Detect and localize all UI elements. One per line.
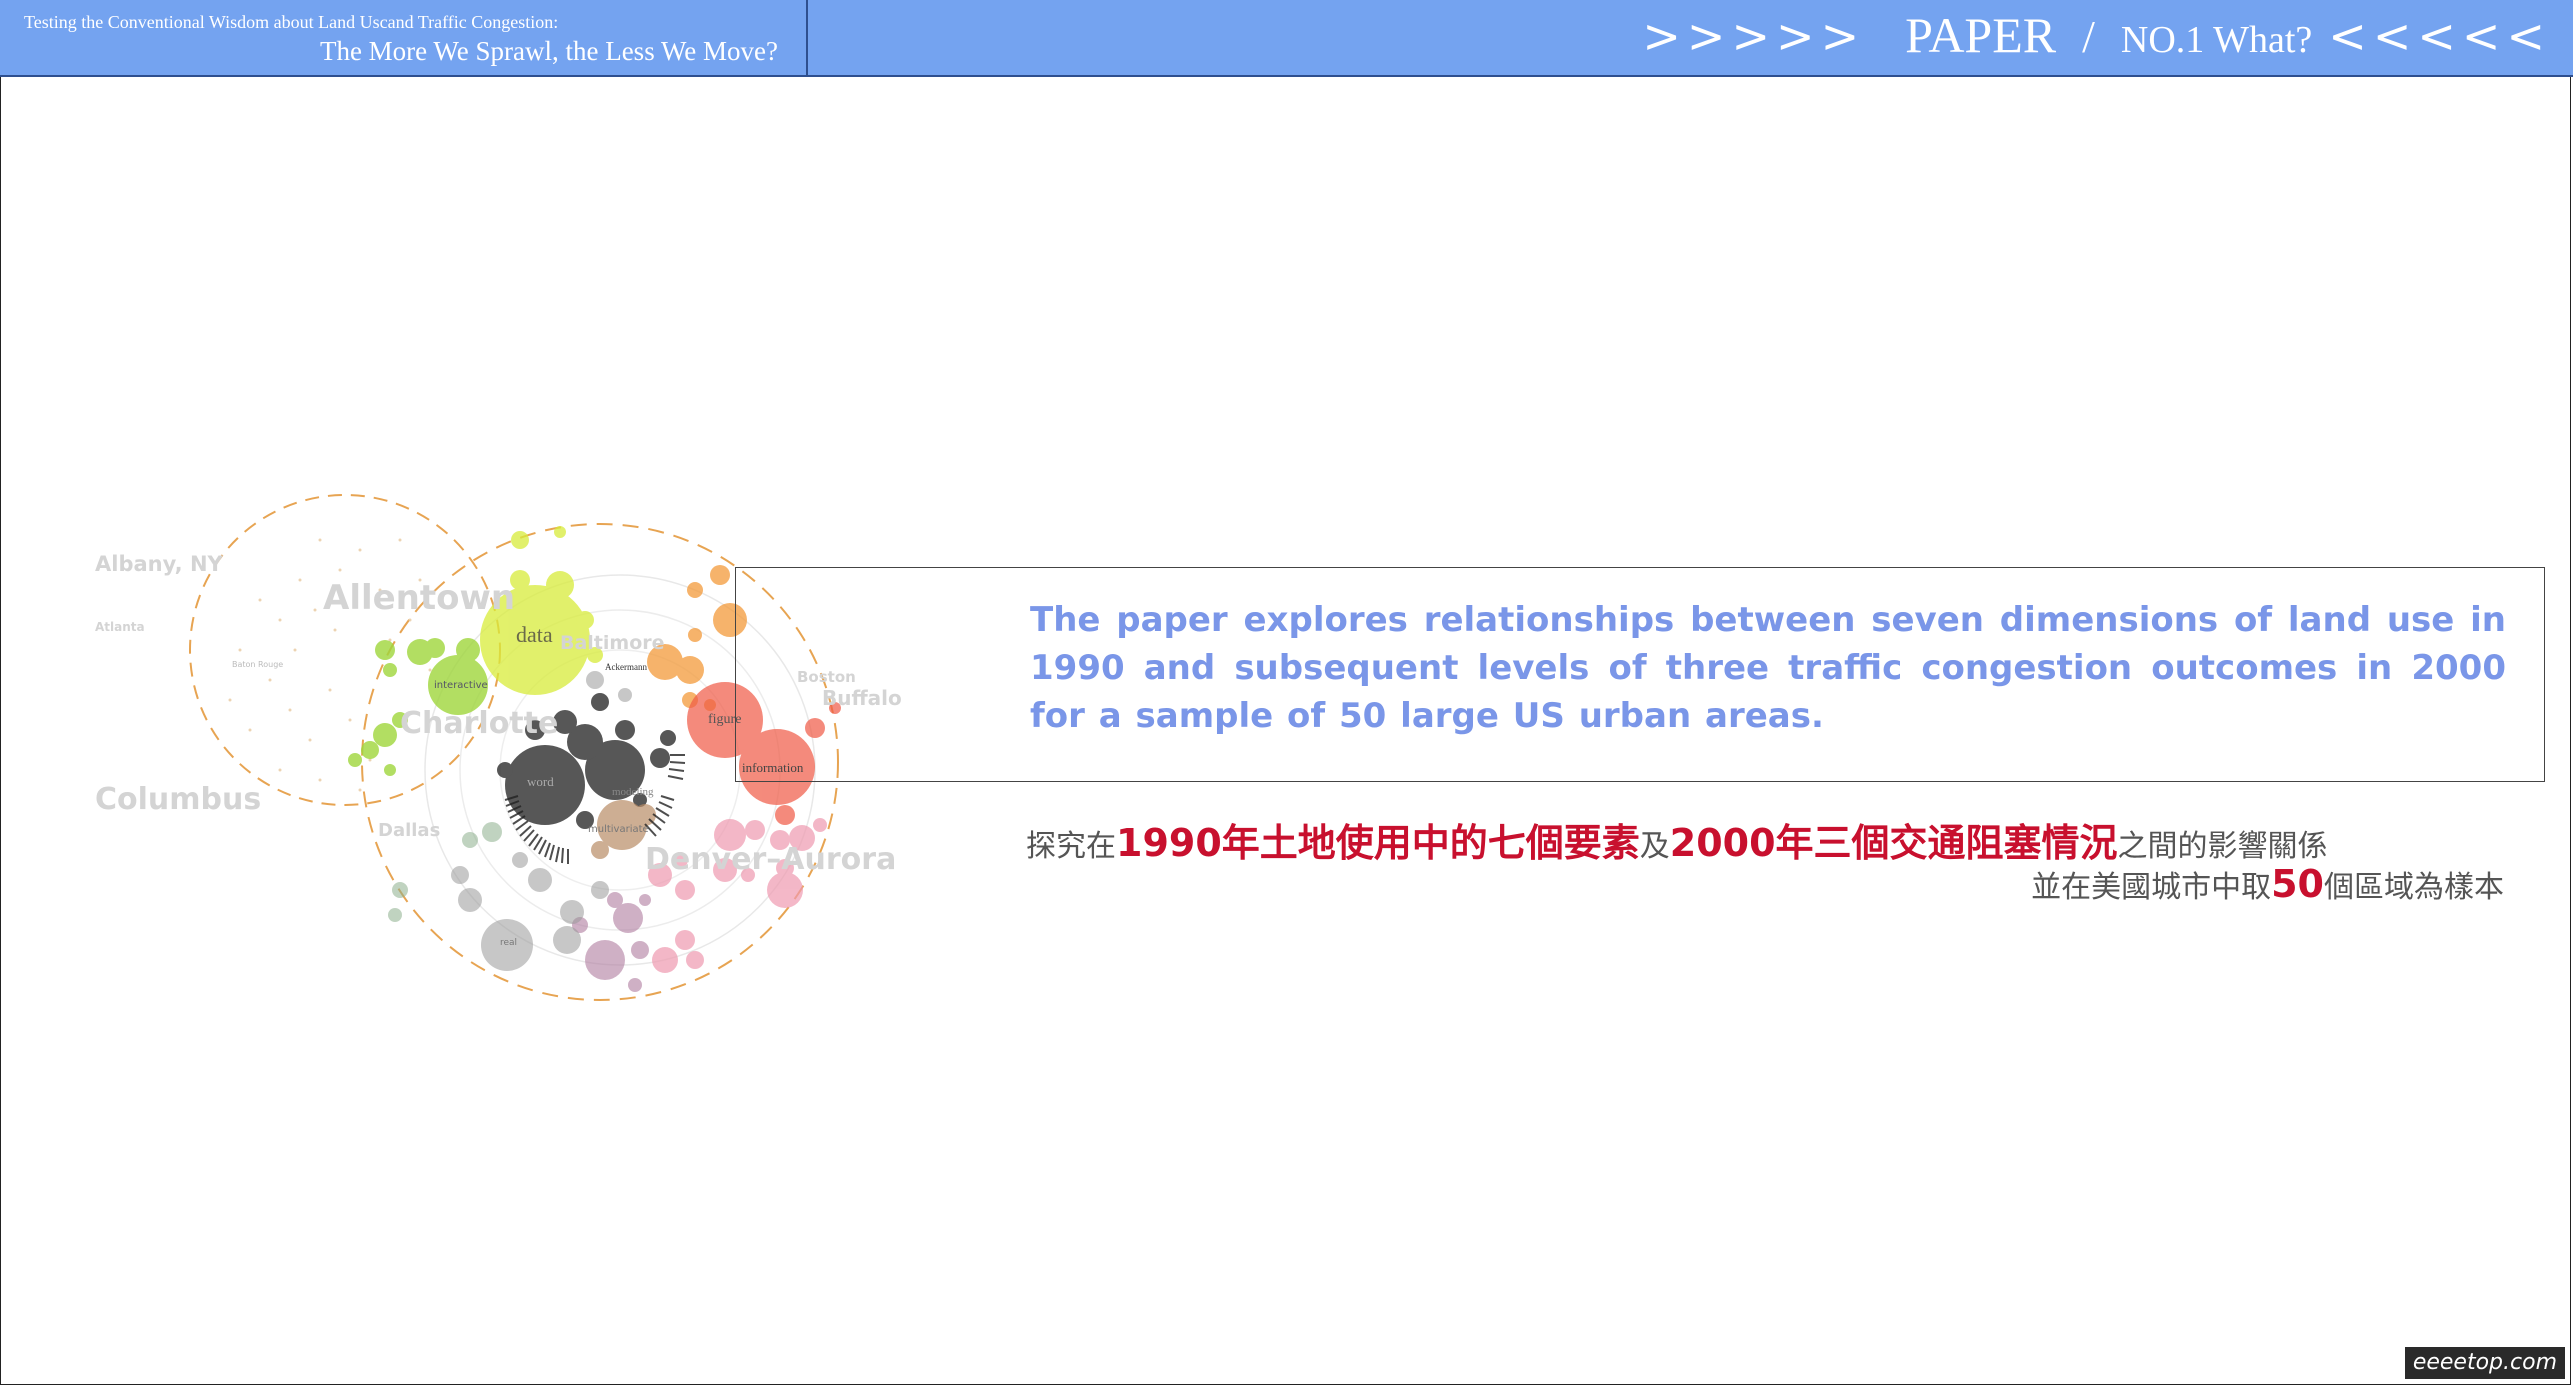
zh-highlight: 2000年三個交通阻塞情況 — [1669, 821, 2118, 865]
bubble-word: modeling — [612, 786, 654, 798]
zh-highlight: 50 — [2271, 862, 2324, 906]
paper-title-block: Testing the Conventional Wisdom about La… — [0, 0, 808, 77]
paper-subtitle: Testing the Conventional Wisdom about La… — [24, 12, 559, 32]
zh-text: 並在美國城市中取 — [2031, 870, 2272, 905]
city-label: Dallas — [378, 820, 441, 841]
header-bar: Testing the Conventional Wisdom about La… — [0, 0, 2573, 77]
summary-chinese-line-2: 並在美國城市中取50個區域為樣本 — [2031, 862, 2504, 906]
city-label: Allentown — [323, 578, 516, 618]
zh-text: 及 — [1639, 829, 1670, 864]
bubble-word: Ackermann — [605, 662, 647, 672]
zh-text: 探究在 — [1026, 829, 1116, 864]
paper-title: The More We Sprawl, the Less We Move? — [319, 36, 778, 66]
bubble-word: Baton Rouge — [232, 660, 284, 669]
summary-chinese-line-1: 探究在1990年土地使用中的七個要素及2000年三個交通阻塞情況之間的影響關係 — [1026, 812, 2328, 867]
zh-text: 個區域為樣本 — [2324, 870, 2504, 905]
purple-bubbles — [572, 892, 651, 992]
nav-section-label: NO.1 What? — [2120, 19, 2313, 61]
bubble-word: word — [527, 774, 554, 789]
summary-english: The paper explores relationships between… — [1030, 600, 2506, 736]
zh-highlight: 1990年土地使用中的七個要素 — [1116, 821, 1640, 865]
city-label: Columbus — [95, 782, 262, 817]
watermark-logo: eeeetop.com — [2404, 1347, 2565, 1379]
city-label: Atlanta — [95, 620, 145, 634]
nav-separator: / — [2082, 11, 2095, 62]
zh-text: 之間的影響關係 — [2117, 829, 2328, 864]
nav-paper-label: PAPER — [1905, 7, 2057, 63]
bubble-word: real — [500, 938, 518, 948]
bubble-word: multivariate — [588, 824, 649, 835]
city-label: Charlotte — [400, 706, 559, 741]
next-arrows[interactable]: <<<<< — [2328, 9, 2551, 63]
city-label: Baltimore — [560, 632, 665, 654]
bubble-word: data — [516, 622, 553, 647]
city-label: Denver–Aurora — [645, 842, 897, 877]
city-label: Albany, NY — [95, 552, 223, 576]
prev-arrows[interactable]: >>>>> — [1642, 9, 1865, 63]
left-dashed-ring — [189, 494, 501, 806]
bubble-word: interactive — [434, 680, 488, 691]
section-nav: >>>>> PAPER / NO.1 What? <<<<< — [1642, 6, 2551, 72]
